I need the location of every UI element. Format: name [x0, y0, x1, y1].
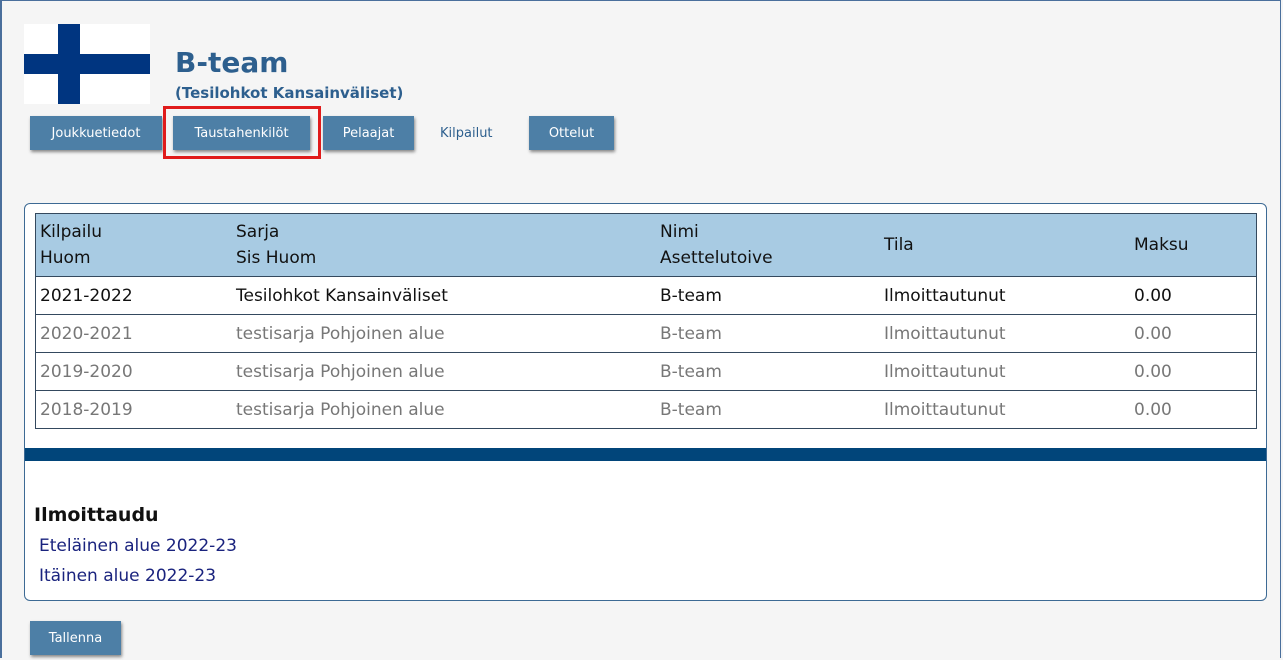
- cell-sarja: testisarja Pohjoinen alue: [232, 390, 656, 429]
- cell-sarja: testisarja Pohjoinen alue: [232, 352, 656, 391]
- team-series: (Tesilohkot Kansainväliset): [175, 84, 404, 102]
- header-kilpailu: Kilpailu: [40, 222, 103, 242]
- tab-kilpailut[interactable]: Kilpailut: [440, 116, 493, 150]
- cell-nimi: B-team: [656, 276, 880, 315]
- header-asettelutoive: Asettelutoive: [660, 248, 773, 268]
- cell-kilpailu: 2020-2021: [35, 314, 232, 353]
- cell-kilpailu: 2018-2019: [35, 390, 232, 429]
- table-row[interactable]: 2020-2021 testisarja Pohjoinen alue B-te…: [35, 314, 1257, 353]
- tab-ottelut[interactable]: Ottelut: [529, 116, 614, 150]
- header-sis-huom: Sis Huom: [236, 248, 317, 268]
- cell-kilpailu: 2019-2020: [35, 352, 232, 391]
- cell-kilpailu: 2021-2022: [35, 276, 232, 315]
- competitions-panel: Kilpailu Huom Sarja Sis Huom Nimi Asette…: [24, 203, 1267, 601]
- cell-nimi: B-team: [656, 314, 880, 353]
- tab-joukkuetiedot[interactable]: Joukkuetiedot: [30, 116, 162, 150]
- cell-tila: Ilmoittautunut: [880, 352, 1130, 391]
- cell-maksu: 0.00: [1130, 352, 1257, 391]
- header-huom: Huom: [40, 248, 91, 268]
- header-nimi: Nimi: [660, 222, 699, 242]
- header-sarja: Sarja: [236, 222, 280, 242]
- header-tila: Tila: [880, 213, 1130, 277]
- cell-maksu: 0.00: [1130, 276, 1257, 315]
- section-divider: [25, 448, 1266, 461]
- col-sarja: Sarja Sis Huom: [232, 213, 656, 277]
- col-kilpailu-huom: Kilpailu Huom: [35, 213, 232, 277]
- cell-nimi: B-team: [656, 352, 880, 391]
- save-button[interactable]: Tallenna: [30, 621, 121, 655]
- tab-taustahenkilot[interactable]: Taustahenkilöt: [173, 116, 310, 150]
- table-row[interactable]: 2019-2020 testisarja Pohjoinen alue B-te…: [35, 352, 1257, 391]
- cell-tila: Ilmoittautunut: [880, 390, 1130, 429]
- cell-sarja: testisarja Pohjoinen alue: [232, 314, 656, 353]
- finland-flag-logo: [24, 24, 150, 104]
- header-maksu: Maksu: [1130, 213, 1257, 277]
- table-row[interactable]: 2018-2019 testisarja Pohjoinen alue B-te…: [35, 390, 1257, 429]
- tab-pelaajat[interactable]: Pelaajat: [323, 116, 414, 150]
- competitions-table: Kilpailu Huom Sarja Sis Huom Nimi Asette…: [35, 213, 1257, 429]
- cell-sarja: Tesilohkot Kansainväliset: [232, 276, 656, 315]
- cell-maksu: 0.00: [1130, 390, 1257, 429]
- signup-link-itainen[interactable]: Itäinen alue 2022-23: [39, 566, 216, 586]
- signup-link-etelainen[interactable]: Eteläinen alue 2022-23: [39, 536, 237, 556]
- cell-tila: Ilmoittautunut: [880, 314, 1130, 353]
- cell-nimi: B-team: [656, 390, 880, 429]
- cell-maksu: 0.00: [1130, 314, 1257, 353]
- table-header-row: Kilpailu Huom Sarja Sis Huom Nimi Asette…: [35, 213, 1257, 277]
- signup-title: Ilmoittaudu: [34, 504, 159, 526]
- team-name: B-team: [175, 46, 289, 79]
- table-row[interactable]: 2021-2022 Tesilohkot Kansainväliset B-te…: [35, 276, 1257, 315]
- cell-tila: Ilmoittautunut: [880, 276, 1130, 315]
- col-nimi: Nimi Asettelutoive: [656, 213, 880, 277]
